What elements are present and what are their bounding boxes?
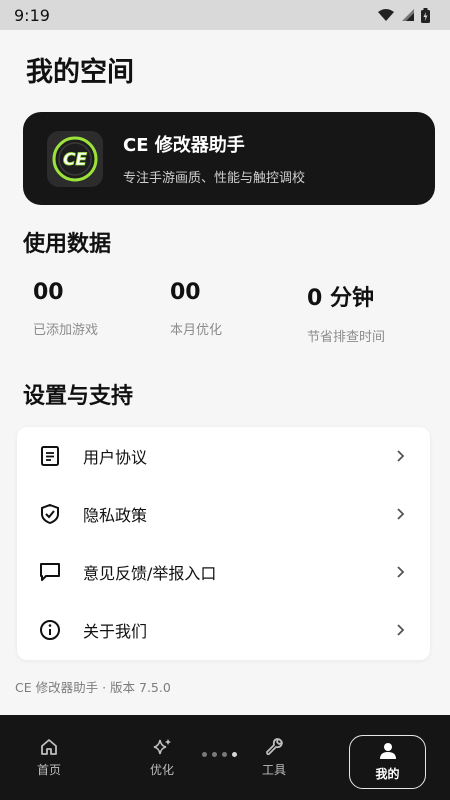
stat-label: 节省排查时间 <box>307 330 386 345</box>
nav-mine[interactable]: 我的 <box>349 735 426 789</box>
menu-item-user-agreement[interactable]: 用户协议 <box>17 427 430 485</box>
signal-icon <box>402 9 414 21</box>
sparkle-icon <box>153 739 171 755</box>
menu-label: 意见反馈/举报入口 <box>83 564 217 583</box>
settings-section-title: 设置与支持 <box>23 384 134 409</box>
nav-label: 优化 <box>150 763 175 777</box>
nav-label: 首页 <box>37 763 62 777</box>
version-text: CE 修改器助手 · 版本 7.5.0 <box>15 680 171 695</box>
shield-check-icon <box>38 502 62 526</box>
home-icon <box>41 739 57 755</box>
chat-bubble-icon <box>38 560 62 584</box>
stat-value: 00 <box>33 280 64 305</box>
wifi-icon <box>378 9 394 21</box>
menu-label: 隐私政策 <box>83 506 148 525</box>
ce-logo-icon: CE <box>52 136 98 181</box>
battery-icon <box>421 7 430 23</box>
stat-label: 已添加游戏 <box>33 323 99 338</box>
stat-games-added: 00 已添加游戏 <box>33 280 98 338</box>
status-bar: 9:19 <box>0 0 450 30</box>
app-logo: CE <box>47 130 103 187</box>
nav-label: 工具 <box>262 763 287 777</box>
document-icon <box>38 444 62 468</box>
nav-label: 我的 <box>375 767 400 781</box>
page-dot <box>212 752 217 757</box>
app-hero-card[interactable]: CE CE 修改器助手 专注手游画质、性能与触控调校 <box>23 112 435 205</box>
chevron-right-icon <box>397 624 405 636</box>
page-dot <box>202 752 207 757</box>
usage-section-title: 使用数据 <box>23 232 112 257</box>
page-title: 我的空间 <box>26 57 134 88</box>
stat-monthly-optimize: 00 本月优化 <box>170 280 222 338</box>
nav-home[interactable]: 首页 <box>37 737 61 778</box>
app-tagline: 专注手游画质、性能与触控调校 <box>123 171 306 186</box>
chevron-right-icon <box>397 508 405 520</box>
usage-stats: 00 已添加游戏 00 本月优化 0 分钟 节省排查时间 <box>0 280 450 350</box>
page-dot-active <box>232 752 237 757</box>
person-icon <box>379 743 396 759</box>
logo-text: CE <box>63 150 87 170</box>
stat-label: 本月优化 <box>170 323 223 338</box>
chevron-right-icon <box>397 450 405 462</box>
menu-label: 用户协议 <box>83 448 148 467</box>
nav-tools[interactable]: 工具 <box>262 737 286 778</box>
menu-item-privacy-policy[interactable]: 隐私政策 <box>17 485 430 543</box>
stat-time-saved: 0 分钟 节省排查时间 <box>307 280 385 345</box>
page-indicator <box>202 752 237 757</box>
wrench-icon <box>266 738 283 756</box>
page-dot <box>222 752 227 757</box>
status-icons <box>377 7 430 23</box>
menu-item-feedback[interactable]: 意见反馈/举报入口 <box>17 543 430 601</box>
stat-value: 00 <box>170 280 201 305</box>
settings-menu: 用户协议 隐私政策 意见反馈/举报入口 关于我们 <box>17 427 430 660</box>
status-time: 9:19 <box>14 5 50 25</box>
menu-item-about-us[interactable]: 关于我们 <box>17 601 430 659</box>
stat-value: 0 分钟 <box>307 286 374 311</box>
chevron-right-icon <box>397 566 405 578</box>
nav-optimize[interactable]: 优化 <box>150 737 174 778</box>
info-icon <box>38 618 62 642</box>
menu-label: 关于我们 <box>83 622 148 641</box>
app-name: CE 修改器助手 <box>123 135 245 156</box>
bottom-nav: 首页 优化 工具 我的 <box>0 715 450 800</box>
